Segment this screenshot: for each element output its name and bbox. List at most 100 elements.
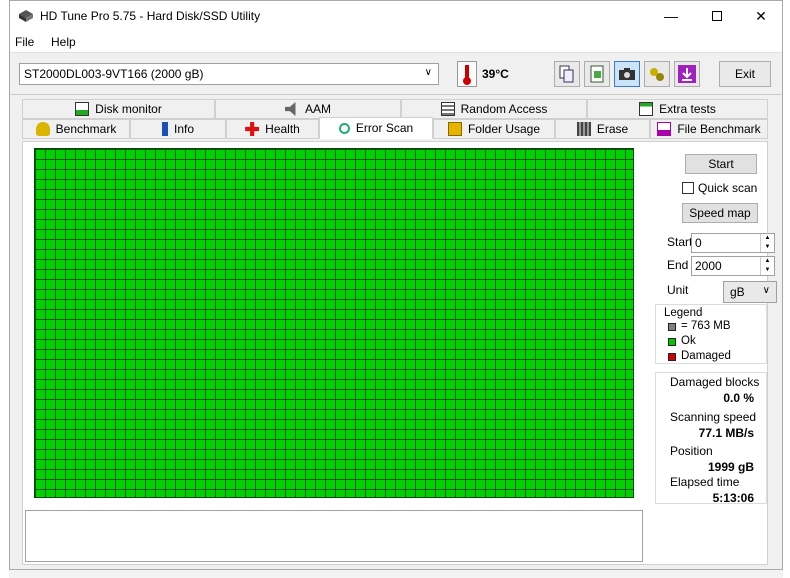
- error-scan-panel: Start Quick scan Speed map Start 0 ▲ ▼ E…: [22, 141, 777, 566]
- copy-clipboard-button[interactable]: [584, 61, 610, 87]
- drive-select-value: ST2000DL003-9VT166 (2000 gB): [24, 67, 204, 81]
- exit-button[interactable]: Exit: [719, 61, 771, 87]
- file-benchmark-icon: [657, 122, 672, 136]
- exit-button-label: Exit: [734, 67, 755, 81]
- end-field-label: End: [667, 258, 689, 272]
- legend-damaged-swatch: [668, 353, 676, 361]
- elapsed-time-label: Elapsed time: [670, 475, 740, 489]
- tab-label: AAM: [304, 102, 331, 116]
- maximize-icon: [712, 11, 722, 21]
- toolbar: ST2000DL003-9VT166 (2000 gB) ∨ 39°C Exit: [10, 53, 782, 95]
- background-window-edge: [0, 0, 9, 578]
- minimize-icon: —: [664, 8, 678, 24]
- start-button-label: Start: [708, 157, 734, 171]
- tab-row-bottom: Benchmark Info Health Error Scan Folder …: [22, 117, 768, 139]
- start-spinbox[interactable]: 0 ▲ ▼: [691, 233, 775, 253]
- options-icon: [650, 68, 664, 81]
- tab-folder-usage[interactable]: Folder Usage: [433, 119, 555, 139]
- copy-info-button[interactable]: [554, 61, 580, 87]
- elapsed-time-value: 5:13:06: [712, 491, 754, 505]
- background-window-edge-right: [783, 0, 790, 578]
- unit-label: Unit: [667, 283, 689, 297]
- tab-label: Disk monitor: [95, 102, 162, 116]
- spin-down-icon[interactable]: ▼: [760, 243, 774, 252]
- window-title: HD Tune Pro 5.75 - Hard Disk/SSD Utility: [40, 9, 261, 23]
- legend-ok-label: Ok: [681, 335, 696, 347]
- tab-strip: Disk monitor AAM Random Access Extra tes…: [22, 99, 768, 139]
- drive-select[interactable]: ST2000DL003-9VT166 (2000 gB) ∨: [19, 63, 439, 85]
- end-spinbox[interactable]: 2000 ▲ ▼: [691, 256, 775, 276]
- options-button[interactable]: [644, 61, 670, 87]
- close-icon: ✕: [755, 7, 767, 24]
- tab-label: Random Access: [460, 102, 548, 116]
- tab-benchmark[interactable]: Benchmark: [22, 119, 130, 139]
- copy-clipboard-icon: [590, 65, 604, 83]
- random-access-icon: [440, 102, 455, 116]
- tab-info[interactable]: Info: [130, 119, 226, 139]
- benchmark-icon: [35, 122, 50, 136]
- tab-label: File Benchmark: [677, 122, 761, 136]
- tab-error-scan[interactable]: Error Scan: [319, 117, 433, 139]
- title-bar: HD Tune Pro 5.75 - Hard Disk/SSD Utility…: [10, 1, 782, 31]
- scan-block-grid: [34, 148, 634, 498]
- tab-erase[interactable]: Erase: [555, 119, 650, 139]
- maximize-button[interactable]: [694, 1, 740, 31]
- unit-value: gB: [730, 285, 745, 299]
- legend-ok-swatch: [668, 338, 676, 346]
- start-field-label: Start: [667, 235, 693, 249]
- quick-scan-checkbox[interactable]: [682, 182, 694, 194]
- screenshot-button[interactable]: [614, 61, 640, 87]
- log-output-box[interactable]: [25, 510, 643, 562]
- tab-health[interactable]: Health: [226, 119, 319, 139]
- spin-up-icon[interactable]: ▲: [760, 257, 774, 266]
- speed-map-button[interactable]: Speed map: [682, 203, 758, 223]
- chevron-down-icon: ∨: [424, 67, 432, 78]
- tab-label: Folder Usage: [467, 122, 541, 136]
- legend-title: Legend: [664, 307, 703, 319]
- spin-up-icon[interactable]: ▲: [760, 234, 774, 243]
- position-value: 1999 gB: [707, 460, 754, 474]
- magnifier-icon: [338, 122, 350, 134]
- tab-label: Info: [173, 122, 194, 136]
- scanning-speed-value: 77.1 MB/s: [698, 426, 754, 440]
- scan-controls: Start Quick scan Speed map Start 0 ▲ ▼ E…: [655, 142, 777, 566]
- start-value: 0: [695, 236, 702, 250]
- legend-box: Legend = 763 MB Ok Damaged: [655, 304, 767, 364]
- tab-label: Error Scan: [355, 121, 414, 135]
- trash-icon: [576, 122, 591, 136]
- thermometer-icon: [457, 61, 477, 87]
- scan-stats-box: Damaged blocks 0.0 % Scanning speed 77.1…: [655, 372, 767, 505]
- save-icon: [678, 65, 696, 83]
- scanning-speed-label: Scanning speed: [670, 410, 757, 424]
- chevron-down-icon: ∨: [762, 285, 770, 296]
- disk-monitor-icon: [75, 102, 90, 116]
- extra-tests-icon: [639, 102, 654, 116]
- quick-scan-label: Quick scan: [698, 181, 758, 195]
- close-button[interactable]: ✕: [738, 1, 784, 31]
- end-value: 2000: [695, 259, 722, 273]
- unit-select[interactable]: gB ∨: [723, 281, 777, 303]
- minimize-button[interactable]: —: [648, 1, 694, 31]
- tab-label: Benchmark: [55, 122, 117, 136]
- menu-bar: File Help: [10, 31, 782, 53]
- position-label: Position: [670, 444, 713, 458]
- tab-disk-monitor[interactable]: Disk monitor: [22, 99, 215, 119]
- spin-down-icon[interactable]: ▼: [760, 266, 774, 275]
- tab-file-benchmark[interactable]: File Benchmark: [650, 119, 768, 139]
- tab-extra-tests[interactable]: Extra tests: [587, 99, 768, 119]
- save-button[interactable]: [674, 61, 700, 87]
- tab-random-access[interactable]: Random Access: [401, 99, 587, 119]
- copy-info-icon: [559, 65, 574, 83]
- menu-file[interactable]: File: [15, 35, 34, 49]
- app-window: HD Tune Pro 5.75 - Hard Disk/SSD Utility…: [9, 0, 783, 570]
- temperature-readout: 39°C: [482, 67, 509, 81]
- legend-block-swatch: [668, 323, 676, 331]
- menu-help[interactable]: Help: [51, 35, 76, 49]
- tab-aam[interactable]: AAM: [215, 99, 401, 119]
- speaker-icon: [284, 102, 296, 116]
- start-button[interactable]: Start: [685, 154, 757, 174]
- legend-damaged-label: Damaged: [681, 350, 731, 362]
- info-icon: [161, 122, 168, 136]
- tab-row-top: Disk monitor AAM Random Access Extra tes…: [22, 99, 768, 119]
- folder-icon: [447, 122, 462, 136]
